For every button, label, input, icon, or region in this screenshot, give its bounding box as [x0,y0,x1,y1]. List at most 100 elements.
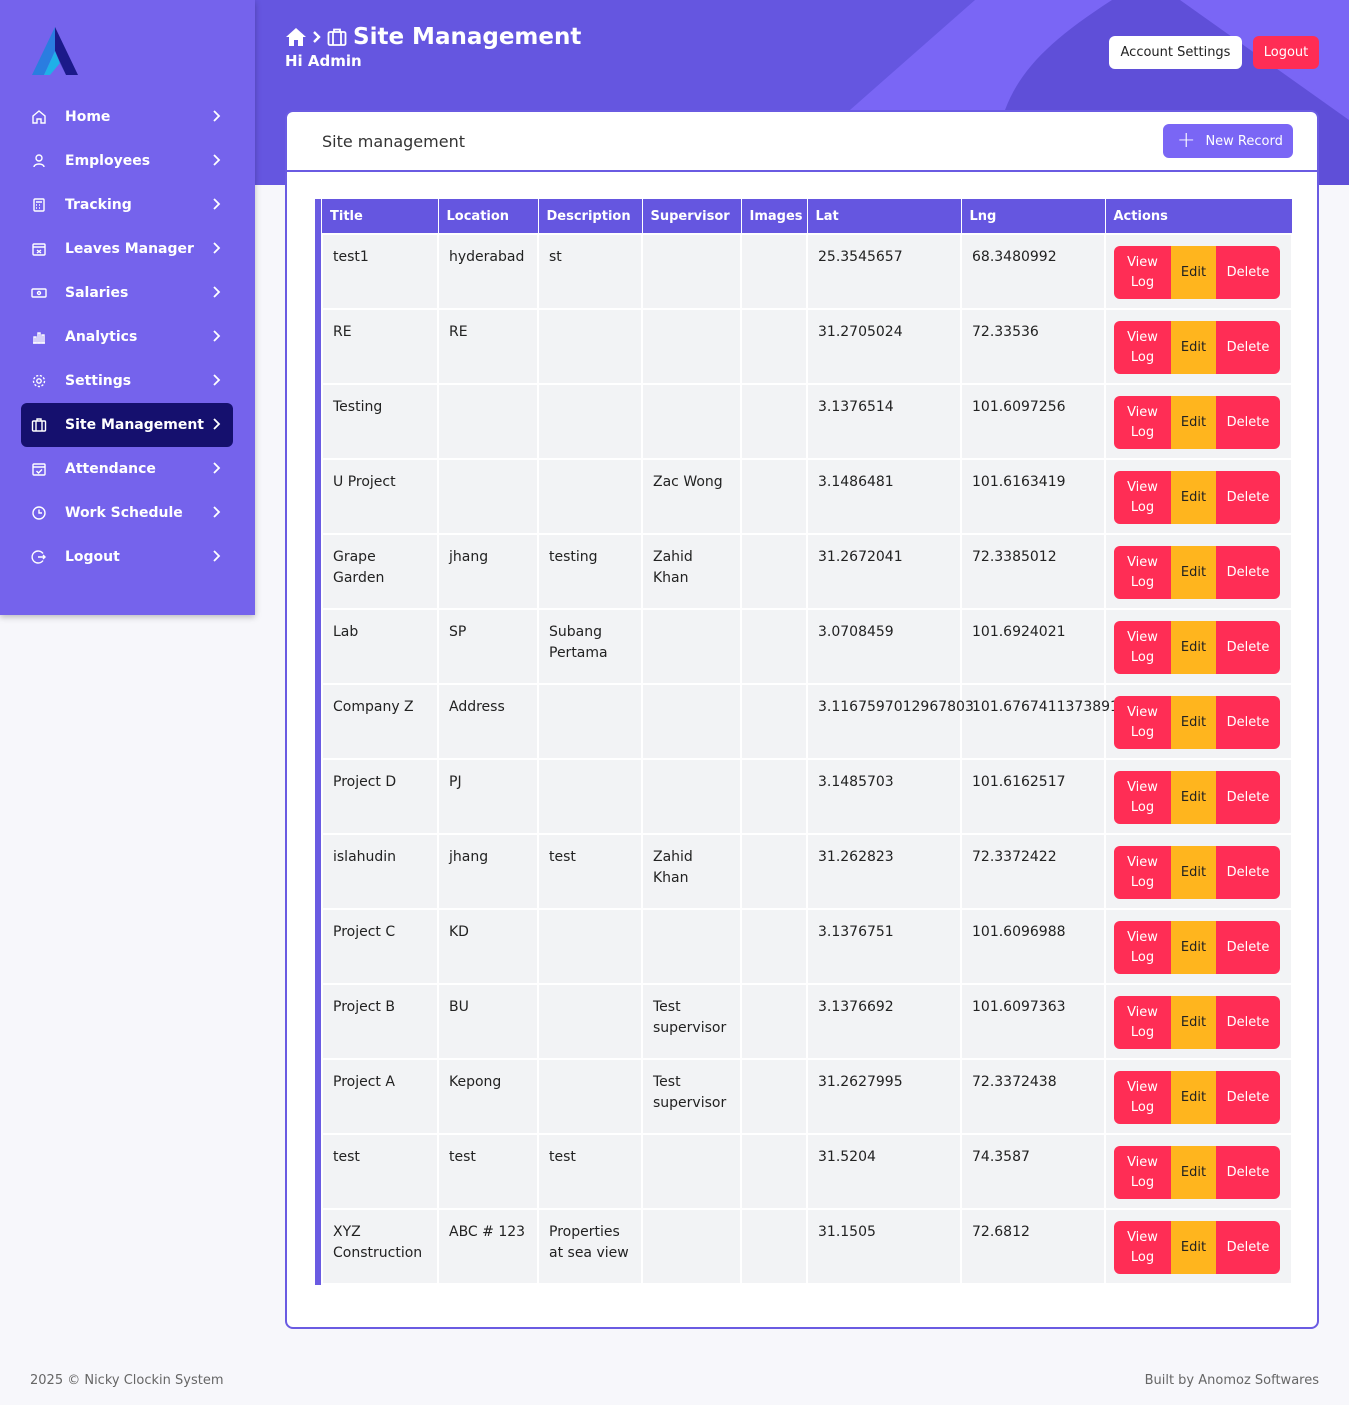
view-log-button[interactable]: View Log [1114,621,1171,674]
view-log-button[interactable]: View Log [1114,921,1171,974]
edit-button[interactable]: Edit [1171,771,1216,824]
edit-button[interactable]: Edit [1171,921,1216,974]
view-log-button[interactable]: View Log [1114,696,1171,749]
delete-button[interactable]: Delete [1216,1221,1280,1274]
cell-images [740,683,808,760]
delete-button[interactable]: Delete [1216,396,1280,449]
delete-button[interactable]: Delete [1216,996,1280,1049]
delete-button[interactable]: Delete [1216,1071,1280,1124]
cell-lat: 31.2705024 [806,308,962,385]
cell-title: islahudin [321,833,439,910]
delete-button[interactable]: Delete [1216,471,1280,524]
home-icon[interactable] [285,27,307,47]
delete-button[interactable]: Delete [1216,621,1280,674]
column-header-images[interactable]: Images [741,199,808,234]
cell-lng: 101.6097363 [960,983,1106,1060]
chart-icon [31,329,47,345]
view-log-button[interactable]: View Log [1114,471,1171,524]
column-header-description[interactable]: Description [538,199,643,234]
sidebar-item-label: Site Management [65,417,204,433]
sidebar-item-analytics[interactable]: Analytics [21,315,233,359]
chevron-right-icon [213,330,221,342]
delete-button[interactable]: Delete [1216,921,1280,974]
view-log-button[interactable]: View Log [1114,396,1171,449]
column-header-title[interactable]: Title [322,199,439,234]
delete-button[interactable]: Delete [1216,321,1280,374]
view-log-button[interactable]: View Log [1114,321,1171,374]
edit-button[interactable]: Edit [1171,621,1216,674]
sidebar-item-leaves-manager[interactable]: Leaves Manager [21,227,233,271]
sidebar-item-employees[interactable]: Employees [21,139,233,183]
sidebar-item-logout[interactable]: Logout [21,535,233,579]
edit-button[interactable]: Edit [1171,996,1216,1049]
delete-button[interactable]: Delete [1216,546,1280,599]
delete-button[interactable]: Delete [1216,246,1280,299]
sidebar-item-label: Leaves Manager [65,241,194,257]
column-header-location[interactable]: Location [438,199,539,234]
edit-button[interactable]: Edit [1171,846,1216,899]
column-header-lat[interactable]: Lat [807,199,962,234]
view-log-button[interactable]: View Log [1114,846,1171,899]
row-actions: View Log Edit Delete [1114,696,1280,749]
edit-button[interactable]: Edit [1171,546,1216,599]
chevron-right-icon [213,550,221,562]
edit-button[interactable]: Edit [1171,321,1216,374]
cell-lat: 3.1376514 [806,383,962,460]
chevron-right-icon [313,31,321,43]
cell-lng: 101.67674113738917 [960,683,1128,760]
delete-button[interactable]: Delete [1216,696,1280,749]
cell-lat: 31.1505 [806,1208,962,1285]
sidebar-item-attendance[interactable]: Attendance [21,447,233,491]
cell-location: BU [437,983,539,1060]
cell-lng: 72.3385012 [960,533,1106,610]
cell-actions: View Log Edit Delete [1104,833,1293,910]
cell-supervisor: Zahid Khan [641,833,742,910]
view-log-button[interactable]: View Log [1114,546,1171,599]
sidebar-item-work-schedule[interactable]: Work Schedule [21,491,233,535]
cell-description: testing [537,533,643,610]
app-logo[interactable] [30,25,80,77]
sidebar-item-site-management[interactable]: Site Management [21,403,233,447]
cell-location: KD [437,908,539,985]
chevron-right-icon [213,462,221,474]
view-log-button[interactable]: View Log [1114,1221,1171,1274]
cell-supervisor [641,308,742,385]
cell-description [537,308,643,385]
view-log-button[interactable]: View Log [1114,246,1171,299]
sidebar-item-settings[interactable]: Settings [21,359,233,403]
sidebar: Home Employees Tracking Leaves Manager S… [0,0,255,615]
edit-button[interactable]: Edit [1171,1221,1216,1274]
delete-button[interactable]: Delete [1216,771,1280,824]
cell-location: hyderabad [437,233,539,310]
edit-button[interactable]: Edit [1171,696,1216,749]
table-header-row: Title Location Description Supervisor Im… [322,199,1293,234]
view-log-button[interactable]: View Log [1114,996,1171,1049]
cell-lng: 101.6097256 [960,383,1106,460]
new-record-button[interactable]: + New Record [1163,124,1293,158]
sidebar-item-salaries[interactable]: Salaries [21,271,233,315]
edit-button[interactable]: Edit [1171,396,1216,449]
view-log-button[interactable]: View Log [1114,1146,1171,1199]
sidebar-item-tracking[interactable]: Tracking [21,183,233,227]
edit-button[interactable]: Edit [1171,471,1216,524]
edit-button[interactable]: Edit [1171,246,1216,299]
card-header: Site management + New Record [287,112,1317,172]
view-log-button[interactable]: View Log [1114,771,1171,824]
sidebar-item-home[interactable]: Home [21,95,233,139]
column-header-lng[interactable]: Lng [961,199,1106,234]
chevron-right-icon [213,506,221,518]
logout-button[interactable]: Logout [1253,36,1319,69]
table-row: Company Z Address 3.1167597012967803 101.67… [321,683,1293,760]
table-body: test1 hyderabad st 25.3545657 68.3480992 View… [321,233,1293,1285]
column-header-supervisor[interactable]: Supervisor [642,199,742,234]
chevron-right-icon [213,198,221,210]
cell-actions: View Log Edit Delete [1104,308,1293,385]
edit-button[interactable]: Edit [1171,1146,1216,1199]
sidebar-item-label: Employees [65,153,151,169]
delete-button[interactable]: Delete [1216,1146,1280,1199]
account-settings-button[interactable]: Account Settings [1109,36,1242,69]
row-actions: View Log Edit Delete [1114,921,1280,974]
delete-button[interactable]: Delete [1216,846,1280,899]
view-log-button[interactable]: View Log [1114,1071,1171,1124]
edit-button[interactable]: Edit [1171,1071,1216,1124]
